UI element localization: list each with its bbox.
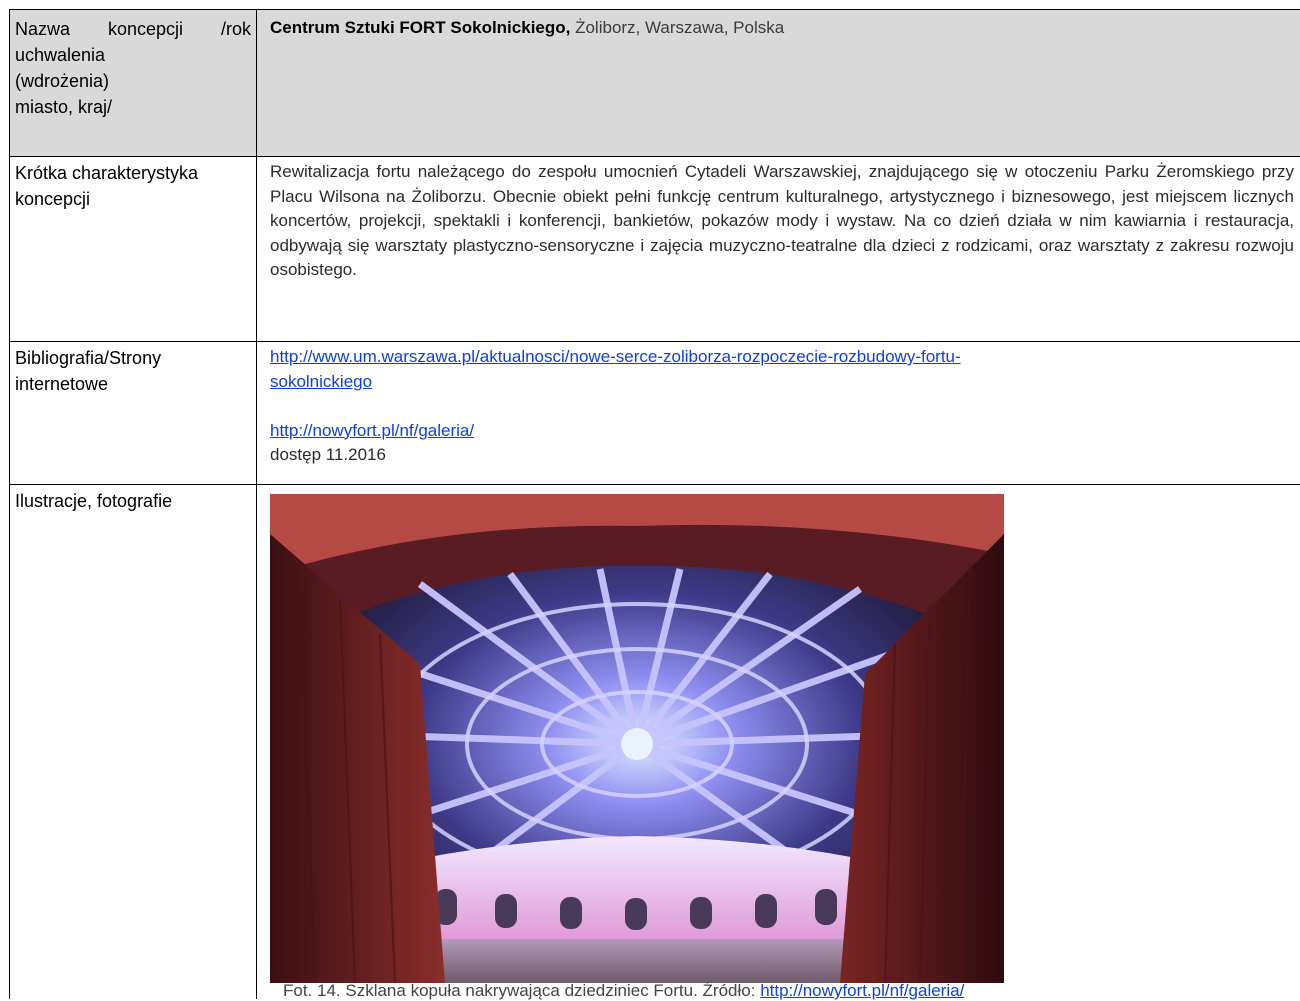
access-date: dostęp 11.2016 <box>270 445 386 464</box>
label-description: Krótka charakterystyka koncepcji <box>15 160 251 212</box>
description-text: Rewitalizacja fortu należącego do zespoł… <box>270 162 1294 279</box>
label-line: Bibliografia/Strony <box>15 348 162 368</box>
label-illustrations: Ilustracje, fotografie <box>15 491 173 511</box>
document-table: Nazwa koncepcji /rok uchwalenia (wdrożen… <box>9 9 1300 1001</box>
column-divider <box>256 10 257 156</box>
column-divider <box>256 342 257 484</box>
label-line: uchwalenia <box>15 45 106 65</box>
bibliography-link-um-warszawa[interactable]: http://www.um.warszawa.pl/aktualnosci/no… <box>270 345 1294 394</box>
label-line: Krótka charakterystyka <box>15 163 199 183</box>
label-line: internetowe <box>15 374 109 394</box>
column-divider <box>256 485 257 999</box>
row-concept-name: Nazwa koncepcji /rok uchwalenia (wdrożen… <box>9 9 1300 156</box>
label-line: miasto, kraj/ <box>15 97 113 117</box>
caption-text: Fot. 14. Szklana kopuła nakrywająca dzie… <box>283 981 761 1000</box>
caption-source-link[interactable]: http://nowyfort.pl/nf/galeria/ <box>760 981 964 1000</box>
row-bibliography: Bibliografia/Strony internetowe http://w… <box>9 341 1300 484</box>
concept-location: Żoliborz, Warszawa, Polska <box>570 18 785 37</box>
row-illustrations: Ilustracje, fotografie Fot. 14. Szklana … <box>9 484 1300 1001</box>
row-description: Krótka charakterystyka koncepcji Rewital… <box>9 156 1300 341</box>
label-concept-name: Nazwa koncepcji /rok uchwalenia (wdrożen… <box>15 16 251 120</box>
table-border-left <box>9 485 10 999</box>
link-text: sokolnickiego <box>270 371 373 391</box>
label-line: koncepcji <box>15 189 91 209</box>
column-divider <box>256 157 257 341</box>
bibliography-link-nowyfort[interactable]: http://nowyfort.pl/nf/galeria/ <box>270 419 1294 444</box>
photo-caption: Fot. 14. Szklana kopuła nakrywająca dzie… <box>283 981 964 1001</box>
label-bibliography: Bibliografia/Strony internetowe <box>15 345 251 397</box>
link-text: http://www.um.warszawa.pl/aktualnosci/no… <box>270 347 961 366</box>
table-border-left <box>9 10 10 156</box>
label-line: Nazwa koncepcji /rok <box>15 19 251 39</box>
label-line: (wdrożenia) <box>15 71 110 91</box>
dome-photo-svg <box>270 494 1004 983</box>
concept-title: Centrum Sztuki FORT Sokolnickiego, <box>270 18 571 37</box>
fort-dome-photo <box>270 494 1004 983</box>
value-concept-name: Centrum Sztuki FORT Sokolnickiego, Żolib… <box>270 16 1294 41</box>
table-border-left <box>9 157 10 341</box>
bibliography-list: http://www.um.warszawa.pl/aktualnosci/no… <box>270 345 1294 468</box>
table-border-left <box>9 342 10 484</box>
